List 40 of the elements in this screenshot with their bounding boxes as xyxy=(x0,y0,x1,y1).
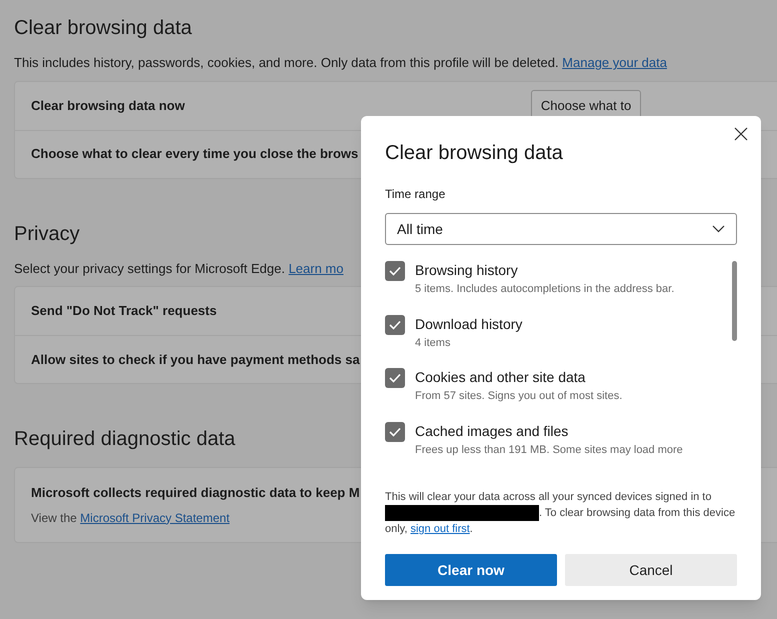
option-detail: 4 items xyxy=(415,336,450,350)
setting-label: Clear browsing data now xyxy=(31,96,185,115)
option-detail: 5 items. Includes autocompletions in the address bar. xyxy=(415,282,674,297)
setting-label: Send "Do Not Track" requests xyxy=(31,302,217,320)
checkbox[interactable] xyxy=(385,422,405,442)
checkmark-icon xyxy=(389,320,401,330)
option-label: Cached images and files xyxy=(415,422,568,440)
time-range-dropdown[interactable]: All time xyxy=(385,213,737,245)
setting-label: Choose what to clear every time you close the brows xyxy=(31,145,358,164)
sync-notice: This will clear your data across all your synced devices signed in to . To clear browsing data from this device only, sign out first. xyxy=(385,490,736,538)
section-title: Privacy xyxy=(14,222,80,246)
option-label: Download history xyxy=(415,314,522,332)
checkbox[interactable] xyxy=(385,368,405,388)
section-title: Clear browsing data xyxy=(14,16,192,41)
link[interactable]: Manage your data xyxy=(562,55,667,70)
setting-label: Allow sites to check if you have payment methods sa xyxy=(31,350,360,369)
section-description: Select your privacy settings for Microsoft Edge. Learn mo xyxy=(14,260,344,278)
chevron-down-icon xyxy=(712,225,725,233)
link[interactable]: sign out first xyxy=(410,523,470,536)
option-detail: Frees up less than 191 MB. Some sites may load more xyxy=(415,442,683,458)
dialog-title: Clear browsing data xyxy=(385,141,563,166)
option-label: Browsing history xyxy=(415,261,518,279)
close-icon[interactable] xyxy=(734,127,748,141)
setting-detail: View the Microsoft Privacy Statement xyxy=(31,510,230,526)
option-detail: From 57 sites. Signs you out of most sites. xyxy=(415,389,622,404)
checkbox[interactable] xyxy=(385,314,405,334)
link[interactable]: Microsoft Privacy Statement xyxy=(80,510,230,524)
clear-now-button[interactable]: Clear now xyxy=(385,554,557,586)
section-title: Required diagnostic data xyxy=(14,427,236,452)
scrollbar-thumb[interactable] xyxy=(732,261,737,341)
checkmark-icon xyxy=(389,266,401,276)
field-label: Time range xyxy=(385,186,446,203)
checkmark-icon xyxy=(389,373,401,383)
checkmark-icon xyxy=(389,426,401,436)
checkbox[interactable] xyxy=(385,261,405,281)
link[interactable]: Learn mo xyxy=(288,260,344,276)
option-label: Cookies and other site data xyxy=(415,368,586,386)
section-description: This includes history, passwords, cookies, and more. Only data from this profile will be deleted. Manage your data xyxy=(14,54,667,72)
cancel-button[interactable]: Cancel xyxy=(565,554,737,586)
setting-label: Microsoft collects required diagnostic data to keep M xyxy=(31,484,360,502)
